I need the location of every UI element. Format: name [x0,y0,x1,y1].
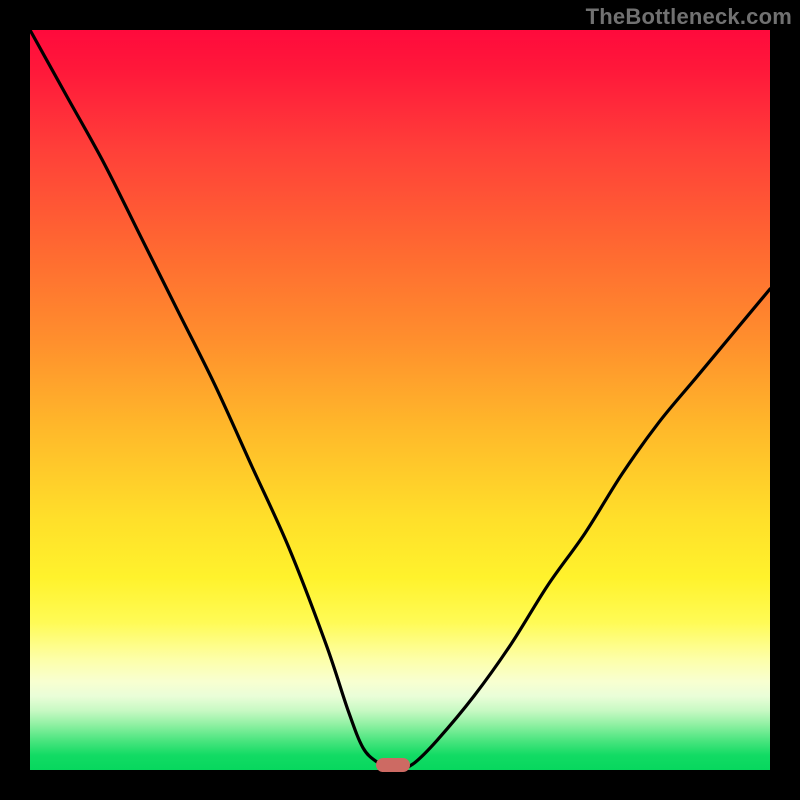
chart-frame: TheBottleneck.com [0,0,800,800]
watermark-text: TheBottleneck.com [586,4,792,30]
plot-area [30,30,770,770]
optimum-marker [376,758,410,772]
bottleneck-curve [30,30,770,770]
